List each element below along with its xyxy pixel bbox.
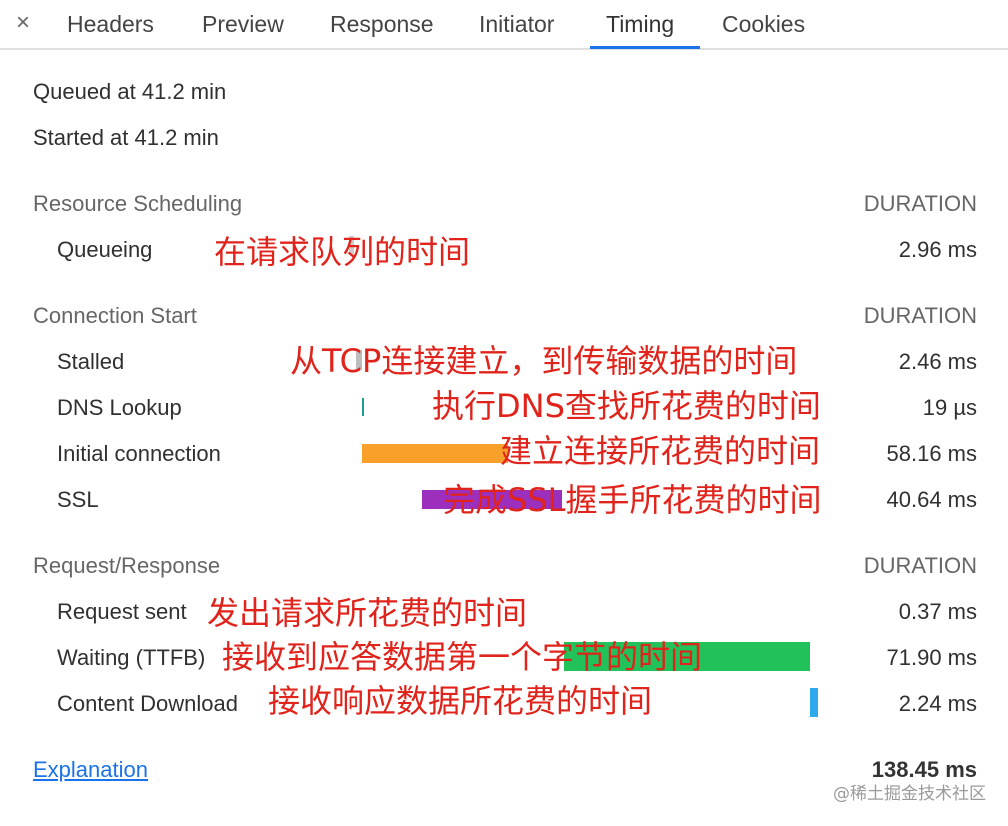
annotation-content-download: 接收响应数据所花费的时间 [268, 682, 653, 720]
annotation-initial-connection: 建立连接所花费的时间 [500, 432, 821, 470]
annotation-request-sent: 发出请求所花费的时间 [207, 594, 528, 632]
row-label-request-sent: Request sent [57, 599, 187, 624]
row-label-ssl: SSL [57, 487, 99, 512]
initial-connection-bar[interactable] [362, 444, 508, 463]
dns-lookup-bar[interactable] [362, 398, 364, 416]
section-title-resource-scheduling: Resource Scheduling [33, 191, 243, 216]
duration-header-request: DURATION [863, 553, 977, 578]
row-value-initial-connection: 58.16 ms [886, 441, 978, 466]
row-value-request-sent: 0.37 ms [898, 599, 977, 624]
tab-cookies[interactable]: Cookies [722, 10, 805, 38]
annotation-dns-lookup: 执行DNS查找所花费的时间 [432, 387, 821, 425]
row-label-queueing: Queueing [57, 237, 153, 262]
row-label-waiting-ttfb: Waiting (TTFB) [57, 645, 206, 670]
tab-bar: × Headers Preview Response Initiator Tim… [0, 0, 1008, 50]
row-value-waiting-ttfb: 71.90 ms [886, 645, 978, 670]
row-value-content-download: 2.24 ms [898, 691, 977, 716]
tab-initiator[interactable]: Initiator [479, 10, 554, 38]
row-value-queueing: 2.96 ms [898, 237, 977, 262]
annotation-ssl: 完成SSL握手所花费的时间 [443, 481, 822, 519]
queued-at-text: Queued at 41.2 min [33, 79, 227, 104]
annotation-waiting-ttfb: 接收到应答数据第一个字节的时间 [222, 638, 703, 676]
row-label-dns-lookup: DNS Lookup [57, 395, 182, 420]
watermark: @稀土掘金技术社区 [833, 784, 986, 804]
section-title-request-response: Request/Response [33, 553, 221, 578]
row-value-stalled: 2.46 ms [898, 349, 977, 374]
tab-headers[interactable]: Headers [67, 10, 154, 38]
content-download-bar[interactable] [810, 688, 818, 717]
row-value-ssl: 40.64 ms [886, 487, 978, 512]
duration-header-connection: DURATION [863, 303, 977, 328]
row-value-dns-lookup: 19 µs [922, 395, 977, 420]
started-at-text: Started at 41.2 min [33, 125, 219, 150]
annotation-queueing: 在请求队列的时间 [214, 233, 471, 271]
row-label-stalled: Stalled [57, 349, 125, 374]
tab-response[interactable]: Response [330, 10, 434, 38]
close-icon[interactable]: × [16, 9, 30, 37]
active-tab-indicator [590, 46, 700, 49]
duration-header-scheduling: DURATION [863, 191, 977, 216]
explanation-link[interactable]: Explanation [33, 757, 148, 783]
row-label-initial-connection: Initial connection [57, 441, 221, 466]
annotation-stalled: 从TCP连接建立，到传输数据的时间 [290, 342, 798, 380]
tab-preview[interactable]: Preview [202, 10, 284, 38]
section-title-connection-start: Connection Start [33, 303, 197, 328]
row-label-content-download: Content Download [57, 691, 239, 716]
tab-timing[interactable]: Timing [606, 10, 674, 38]
